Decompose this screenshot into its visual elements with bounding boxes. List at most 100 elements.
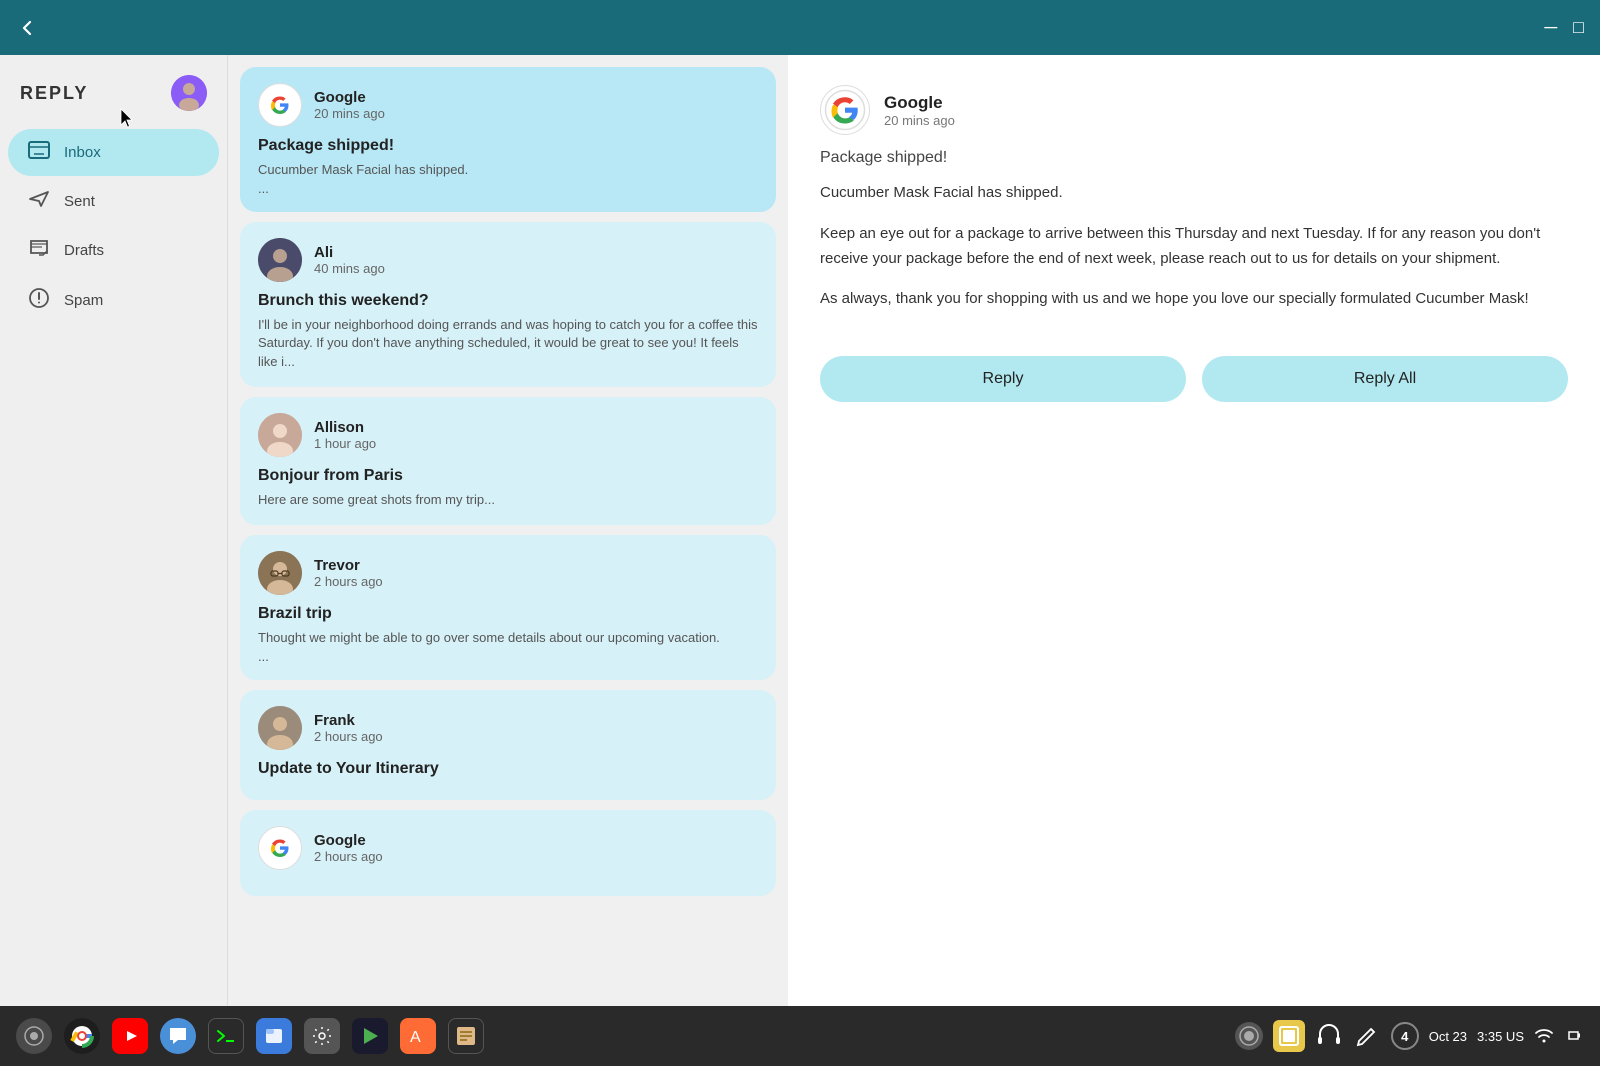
detail-body: Cucumber Mask Facial has shipped. Keep a… xyxy=(820,181,1568,328)
email-subject-1: Package shipped! xyxy=(258,137,758,155)
email-preview-3: Here are some great shots from my trip..… xyxy=(258,491,758,509)
sidebar-item-drafts[interactable]: Drafts xyxy=(8,227,219,274)
email-time-1: 20 mins ago xyxy=(314,106,385,121)
email-item-5[interactable]: Frank 2 hours ago Update to Your Itinera… xyxy=(240,690,776,800)
email-sender-6: Google xyxy=(314,832,383,849)
email-detail: Google 20 mins ago Package shipped! Cucu… xyxy=(788,55,1600,1006)
email-header-4: Trevor 2 hours ago xyxy=(258,551,758,595)
email-header-5: Frank 2 hours ago xyxy=(258,706,758,750)
detail-avatar xyxy=(820,85,870,135)
taskbar-icon-settings[interactable] xyxy=(304,1018,340,1054)
sidebar-item-inbox[interactable]: Inbox xyxy=(8,129,219,176)
circle-icon[interactable] xyxy=(1235,1022,1263,1050)
spam-label: Spam xyxy=(64,292,103,309)
email-subject-5: Update to Your Itinerary xyxy=(258,760,758,778)
avatar[interactable] xyxy=(171,75,207,111)
email-avatar-6 xyxy=(258,826,302,870)
email-header-6: Google 2 hours ago xyxy=(258,826,758,870)
back-button[interactable] xyxy=(16,17,38,39)
email-meta-6: Google 2 hours ago xyxy=(314,832,383,864)
email-sender-4: Trevor xyxy=(314,557,383,574)
taskbar-yellow-box[interactable] xyxy=(1273,1020,1305,1052)
detail-body-line2: Keep an eye out for a package to arrive … xyxy=(820,222,1568,272)
taskbar-icon-chrome[interactable] xyxy=(64,1018,100,1054)
pen-icon[interactable] xyxy=(1353,1022,1381,1050)
taskbar-icon-terminal[interactable] xyxy=(208,1018,244,1054)
taskbar-date: Oct 23 xyxy=(1429,1029,1467,1044)
email-subject-2: Brunch this weekend? xyxy=(258,292,758,310)
email-ellipsis-1: ... xyxy=(258,181,758,196)
sent-icon xyxy=(28,190,50,213)
email-meta-2: Ali 40 mins ago xyxy=(314,244,385,276)
taskbar-icon-messages[interactable] xyxy=(160,1018,196,1054)
sidebar-item-sent[interactable]: Sent xyxy=(8,178,219,225)
taskbar-icon-notes[interactable] xyxy=(448,1018,484,1054)
email-meta-3: Allison 1 hour ago xyxy=(314,419,376,451)
detail-header: Google 20 mins ago xyxy=(820,85,1568,135)
sidebar-header: REPLY xyxy=(0,55,227,127)
drafts-label: Drafts xyxy=(64,242,104,259)
detail-time: 20 mins ago xyxy=(884,113,955,128)
email-sender-2: Ali xyxy=(314,244,385,261)
taskbar: A xyxy=(0,1006,1600,1066)
email-sender-1: Google xyxy=(314,89,385,106)
sidebar: REPLY xyxy=(0,55,228,1006)
spam-icon xyxy=(28,288,50,313)
email-avatar-5 xyxy=(258,706,302,750)
email-time-6: 2 hours ago xyxy=(314,849,383,864)
email-item-1[interactable]: Google 20 mins ago Package shipped! Cucu… xyxy=(240,67,776,212)
sidebar-item-spam[interactable]: Spam xyxy=(8,276,219,325)
email-time-2: 40 mins ago xyxy=(314,261,385,276)
email-time-4: 2 hours ago xyxy=(314,574,383,589)
notification-badge[interactable]: 4 xyxy=(1391,1022,1419,1050)
email-sender-5: Frank xyxy=(314,712,383,729)
window-controls: ─ □ xyxy=(1544,17,1584,38)
email-list: Google 20 mins ago Package shipped! Cucu… xyxy=(228,55,788,1006)
drafts-icon xyxy=(28,239,50,262)
title-bar: ─ □ xyxy=(0,0,1600,55)
detail-meta: Google 20 mins ago xyxy=(884,93,955,128)
taskbar-time: 3:35 US xyxy=(1477,1029,1524,1044)
detail-subject: Package shipped! xyxy=(820,149,1568,167)
email-header-2: Ali 40 mins ago xyxy=(258,238,758,282)
taskbar-icon-files[interactable] xyxy=(256,1018,292,1054)
taskbar-icon-appstore[interactable]: A xyxy=(400,1018,436,1054)
email-item-2[interactable]: Ali 40 mins ago Brunch this weekend? I'l… xyxy=(240,222,776,387)
app-title: REPLY xyxy=(20,83,88,104)
email-avatar-4 xyxy=(258,551,302,595)
headphones-icon[interactable] xyxy=(1315,1022,1343,1050)
email-preview-2: I'll be in your neighborhood doing erran… xyxy=(258,316,758,371)
wifi-icon xyxy=(1534,1025,1554,1048)
maximize-button[interactable]: □ xyxy=(1573,17,1584,38)
email-item-3[interactable]: Allison 1 hour ago Bonjour from Paris He… xyxy=(240,397,776,525)
email-item-4[interactable]: Trevor 2 hours ago Brazil trip Thought w… xyxy=(240,535,776,680)
system-tray: 4 Oct 23 3:35 US xyxy=(1235,1020,1584,1052)
email-meta-4: Trevor 2 hours ago xyxy=(314,557,383,589)
taskbar-icon-play[interactable] xyxy=(352,1018,388,1054)
email-item-6[interactable]: Google 2 hours ago xyxy=(240,810,776,896)
svg-text:A: A xyxy=(410,1029,421,1046)
email-header-1: Google 20 mins ago xyxy=(258,83,758,127)
reply-button[interactable]: Reply xyxy=(820,356,1186,402)
email-sender-3: Allison xyxy=(314,419,376,436)
email-meta-1: Google 20 mins ago xyxy=(314,89,385,121)
email-preview-4: Thought we might be able to go over some… xyxy=(258,629,758,647)
email-avatar-1 xyxy=(258,83,302,127)
reply-all-button[interactable]: Reply All xyxy=(1202,356,1568,402)
email-subject-4: Brazil trip xyxy=(258,605,758,623)
email-preview-1: Cucumber Mask Facial has shipped. xyxy=(258,161,758,179)
detail-sender: Google xyxy=(884,93,955,113)
inbox-icon xyxy=(28,141,50,164)
taskbar-icon-youtube[interactable] xyxy=(112,1018,148,1054)
battery-icon xyxy=(1564,1025,1584,1048)
email-meta-5: Frank 2 hours ago xyxy=(314,712,383,744)
email-time-3: 1 hour ago xyxy=(314,436,376,451)
email-avatar-2 xyxy=(258,238,302,282)
detail-body-line1: Cucumber Mask Facial has shipped. xyxy=(820,181,1568,206)
taskbar-icon-camera[interactable] xyxy=(16,1018,52,1054)
email-ellipsis-4: ... xyxy=(258,649,758,664)
minimize-button[interactable]: ─ xyxy=(1544,17,1557,38)
email-header-3: Allison 1 hour ago xyxy=(258,413,758,457)
detail-body-line3: As always, thank you for shopping with u… xyxy=(820,287,1568,312)
inbox-label: Inbox xyxy=(64,144,101,161)
